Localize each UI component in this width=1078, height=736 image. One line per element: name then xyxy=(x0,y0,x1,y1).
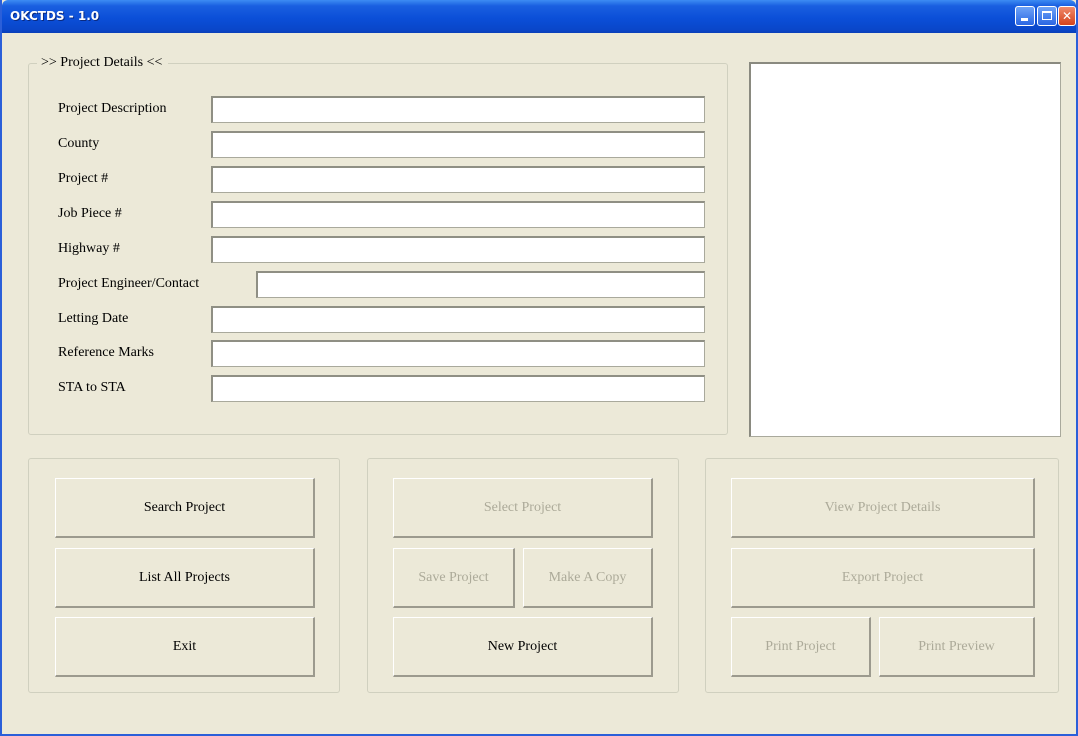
project-description-label: Project Description xyxy=(58,101,167,116)
project-number-input[interactable] xyxy=(211,166,705,193)
search-project-button[interactable]: Search Project xyxy=(55,478,315,538)
view-project-details-button[interactable]: View Project Details xyxy=(731,478,1035,538)
reference-marks-input[interactable] xyxy=(211,340,705,367)
highway-label: Highway # xyxy=(58,241,120,256)
export-project-button[interactable]: Export Project xyxy=(731,548,1035,608)
save-project-button[interactable]: Save Project xyxy=(393,548,515,608)
maximize-icon xyxy=(1042,11,1052,20)
minimize-icon xyxy=(1021,18,1028,21)
select-project-button[interactable]: Select Project xyxy=(393,478,653,538)
job-piece-label: Job Piece # xyxy=(58,206,122,221)
letting-date-input[interactable] xyxy=(211,306,705,333)
project-preview-panel xyxy=(749,62,1061,437)
project-description-input[interactable] xyxy=(211,96,705,123)
title-bar[interactable]: OKCTDS - 1.0 ✕ xyxy=(2,0,1076,33)
job-piece-input[interactable] xyxy=(211,201,705,228)
print-preview-button[interactable]: Print Preview xyxy=(879,617,1035,677)
project-engineer-input[interactable] xyxy=(256,271,705,298)
county-label: County xyxy=(58,136,100,151)
list-all-projects-button[interactable]: List All Projects xyxy=(55,548,315,608)
reference-marks-label: Reference Marks xyxy=(58,345,155,360)
project-engineer-label: Project Engineer/Contact xyxy=(58,276,200,291)
close-icon: ✕ xyxy=(1061,9,1073,23)
highway-input[interactable] xyxy=(211,236,705,263)
letting-date-label: Letting Date xyxy=(58,311,129,326)
maximize-button[interactable] xyxy=(1037,6,1057,26)
county-input[interactable] xyxy=(211,131,705,158)
new-project-button[interactable]: New Project xyxy=(393,617,653,677)
main-window: OKCTDS - 1.0 ✕ >> Project Details << Pro… xyxy=(0,0,1078,736)
exit-button[interactable]: Exit xyxy=(55,617,315,677)
sta-to-sta-input[interactable] xyxy=(211,375,705,402)
print-project-button[interactable]: Print Project xyxy=(731,617,871,677)
make-a-copy-button[interactable]: Make A Copy xyxy=(523,548,653,608)
project-details-legend: >> Project Details << xyxy=(37,55,169,71)
close-button[interactable]: ✕ xyxy=(1058,6,1076,26)
project-number-label: Project # xyxy=(58,171,109,186)
sta-to-sta-label: STA to STA xyxy=(58,380,126,395)
window-title: OKCTDS - 1.0 xyxy=(10,9,100,23)
minimize-button[interactable] xyxy=(1015,6,1035,26)
